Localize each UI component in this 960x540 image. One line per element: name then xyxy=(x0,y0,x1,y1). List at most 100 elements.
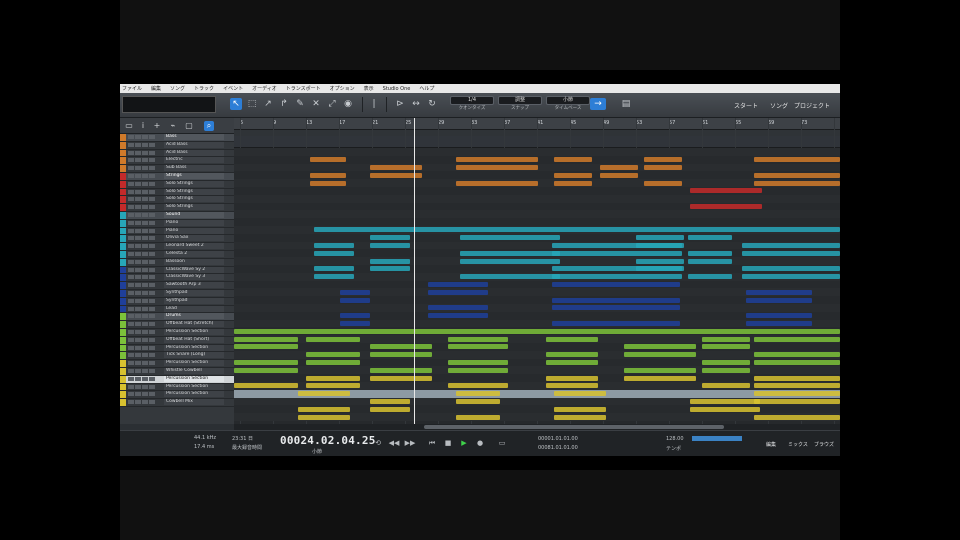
song-name-box[interactable] xyxy=(122,96,216,113)
track-header[interactable]: Cowbell Mix xyxy=(120,399,234,407)
record-arm-button[interactable] xyxy=(142,236,148,241)
track-name[interactable]: Offbeat Hat (Short) xyxy=(164,336,224,343)
event-clip[interactable] xyxy=(546,336,598,342)
event-clip[interactable] xyxy=(310,172,346,178)
monitor-button[interactable] xyxy=(149,213,155,217)
track-header[interactable]: Solo Strings xyxy=(120,180,234,189)
event-clip[interactable] xyxy=(690,406,760,412)
record-arm-button[interactable] xyxy=(142,181,148,186)
record-arm-button[interactable] xyxy=(142,244,148,249)
event-clip[interactable] xyxy=(546,360,598,365)
event-clip[interactable] xyxy=(340,313,370,319)
track-header[interactable]: Percussion Section xyxy=(120,383,234,392)
project-page-link[interactable]: プロジェクト xyxy=(794,101,830,110)
event-clip[interactable] xyxy=(754,336,840,342)
loop-icon[interactable]: ↻ xyxy=(426,98,438,110)
monitor-button[interactable] xyxy=(149,306,155,311)
track-name[interactable]: Percussion Section xyxy=(164,360,224,367)
monitor-button[interactable] xyxy=(149,361,155,366)
monitor-button[interactable] xyxy=(149,228,155,233)
event-clip[interactable] xyxy=(554,180,592,186)
snap-icon[interactable]: ↔ xyxy=(410,98,422,110)
solo-button[interactable] xyxy=(135,322,141,327)
record-arm-button[interactable] xyxy=(142,291,148,295)
loop-end[interactable]: 00081.01.01.00 xyxy=(538,445,578,451)
rewind-icon[interactable]: ◀◀ xyxy=(388,438,400,449)
event-clip[interactable] xyxy=(702,344,750,350)
track-header[interactable]: Piano xyxy=(120,227,234,236)
mute-button[interactable] xyxy=(128,298,134,303)
track-header[interactable]: Bassoon xyxy=(120,258,234,267)
record-arm-button[interactable] xyxy=(142,275,148,280)
folder-track[interactable]: Sound xyxy=(120,212,234,220)
solo-button[interactable] xyxy=(135,244,141,249)
track-header[interactable]: Solo Strings xyxy=(120,204,234,212)
solo-button[interactable] xyxy=(135,135,141,139)
event-clip[interactable] xyxy=(370,352,432,358)
mute-tool-icon[interactable]: ✕ xyxy=(310,98,322,110)
event-clip[interactable] xyxy=(644,157,682,163)
track-header[interactable]: Sub Bass xyxy=(120,165,234,173)
monitor-button[interactable] xyxy=(149,298,155,303)
solo-button[interactable] xyxy=(135,259,141,264)
track-name[interactable]: Percussion Section xyxy=(164,391,224,398)
event-clip[interactable] xyxy=(702,383,750,389)
mute-button[interactable] xyxy=(128,345,134,350)
solo-button[interactable] xyxy=(135,189,141,194)
monitor-button[interactable] xyxy=(149,150,155,155)
browse-link[interactable]: ブラウズ xyxy=(814,441,834,448)
event-clip[interactable] xyxy=(460,274,560,280)
monitor-button[interactable] xyxy=(149,330,155,334)
track-name[interactable]: Solo Strings xyxy=(164,180,224,187)
track-header[interactable]: Offbeat Hat (Short) xyxy=(120,336,234,345)
event-clip[interactable] xyxy=(702,336,750,342)
solo-button[interactable] xyxy=(135,314,141,319)
split-tool-icon[interactable]: ↗ xyxy=(262,98,274,110)
event-clip[interactable] xyxy=(340,321,370,326)
event-clip[interactable] xyxy=(234,344,298,350)
record-arm-button[interactable] xyxy=(142,228,148,233)
event-clip[interactable] xyxy=(552,305,680,311)
song-page-link[interactable]: ソング xyxy=(770,101,788,110)
track-name[interactable]: Percussion Section xyxy=(164,375,224,382)
monitor-button[interactable] xyxy=(149,400,155,405)
record-arm-button[interactable] xyxy=(142,158,148,163)
track-name[interactable]: Piano xyxy=(164,227,224,234)
event-clip[interactable] xyxy=(554,414,606,420)
mute-button[interactable] xyxy=(128,252,134,256)
record-arm-button[interactable] xyxy=(142,142,148,147)
event-clip[interactable] xyxy=(306,383,360,389)
record-arm-button[interactable] xyxy=(142,174,148,178)
monitor-button[interactable] xyxy=(149,236,155,241)
mute-button[interactable] xyxy=(128,267,134,272)
solo-button[interactable] xyxy=(135,392,141,397)
solo-button[interactable] xyxy=(135,150,141,155)
record-arm-button[interactable] xyxy=(142,267,148,272)
event-clip[interactable] xyxy=(624,344,696,350)
record-arm-button[interactable] xyxy=(142,353,148,358)
event-clip[interactable] xyxy=(754,399,840,404)
monitor-button[interactable] xyxy=(149,345,155,350)
quantize-group[interactable]: 1/4 クオンタイズ xyxy=(450,96,494,114)
event-clip[interactable] xyxy=(460,235,560,241)
record-arm-button[interactable] xyxy=(142,330,148,334)
monitor-button[interactable] xyxy=(149,189,155,194)
track-header[interactable]: Acid Bass xyxy=(120,149,234,158)
solo-button[interactable] xyxy=(135,142,141,147)
event-clip[interactable] xyxy=(370,344,432,350)
menu-item[interactable]: Studio One xyxy=(383,86,411,92)
solo-button[interactable] xyxy=(135,337,141,342)
track-lane[interactable] xyxy=(234,218,840,226)
event-clip[interactable] xyxy=(370,266,410,272)
playhead[interactable] xyxy=(414,118,415,424)
bend-tool-icon[interactable]: ⤢ xyxy=(326,98,338,110)
event-clip[interactable] xyxy=(552,274,682,280)
monitor-button[interactable] xyxy=(149,283,155,288)
play-icon[interactable]: ▶ xyxy=(458,438,470,449)
track-header[interactable]: Synthpad xyxy=(120,297,234,306)
event-clip[interactable] xyxy=(742,274,840,280)
event-clip[interactable] xyxy=(306,375,360,381)
record-arm-button[interactable] xyxy=(142,322,148,327)
event-clip[interactable] xyxy=(690,204,762,209)
track-name[interactable]: Lead xyxy=(164,305,224,312)
